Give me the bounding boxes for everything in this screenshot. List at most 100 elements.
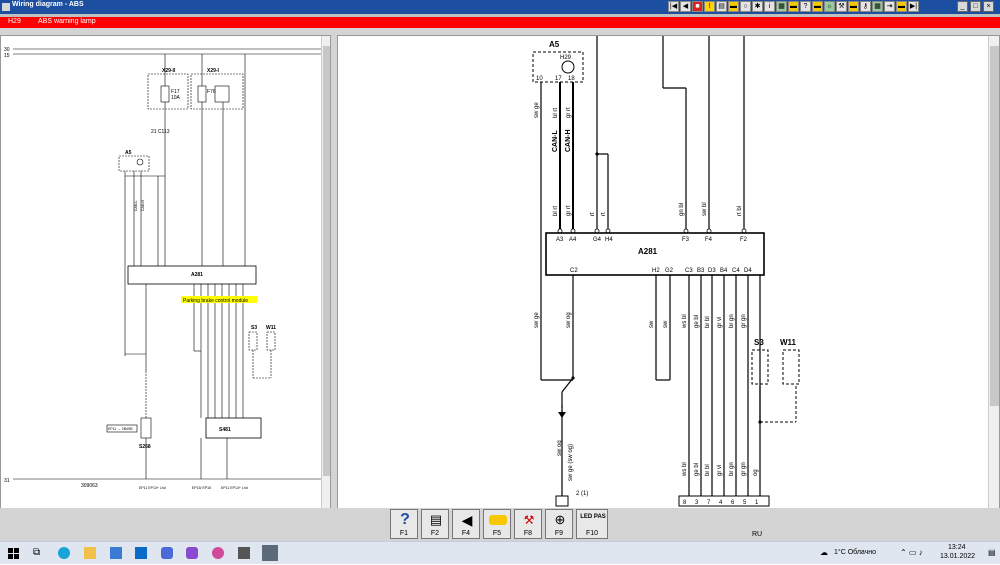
a5-pin-18: 18 (568, 76, 575, 82)
pin-h4: H4 (605, 237, 613, 243)
print-icon[interactable]: ▤ (716, 1, 727, 12)
left-scrollbar[interactable] (321, 36, 330, 508)
car-icon[interactable]: ▬ (812, 1, 823, 12)
wire-sw-h2: sw (649, 320, 655, 328)
tools-icon[interactable]: ⚒ (836, 1, 847, 12)
wire-sw-og-low: sw og (557, 440, 563, 456)
task-view-icon[interactable]: ⧉ (33, 547, 45, 559)
book-icon[interactable]: ▦ (776, 1, 787, 12)
exit-icon[interactable]: ⇥ (884, 1, 895, 12)
rail-label-15: 15 (4, 53, 10, 59)
minimize-button[interactable]: _ (957, 1, 968, 12)
key-icon[interactable]: ⚷ (860, 1, 871, 12)
print-icon: ▤ (429, 512, 443, 527)
rail-label-31: 31 (4, 478, 10, 484)
car-icon (489, 515, 507, 525)
wire-gr-gn: gr gn (741, 314, 747, 328)
wire-gr-gn-low: gr gn (741, 462, 747, 476)
right-scrollbar[interactable] (988, 36, 999, 508)
car-icon[interactable]: ▬ (728, 1, 739, 12)
app-icon-2[interactable] (186, 547, 198, 559)
close-button[interactable]: × (983, 1, 994, 12)
plug-icon[interactable]: ▬ (896, 1, 907, 12)
component-code: H29 (8, 18, 21, 25)
bottom-conn-pin-8: 8 (683, 500, 687, 506)
w11-label: W11 (266, 325, 276, 331)
help-icon: ? (400, 511, 410, 528)
f9-zoom-button[interactable]: ⊕ F9 (545, 509, 573, 539)
notification-icon[interactable]: ▤ (988, 548, 996, 557)
file-explorer-icon[interactable] (84, 547, 96, 559)
mail-icon[interactable] (135, 547, 147, 559)
x29-i-label: X29-I (207, 68, 220, 74)
h29-label: H29 (560, 55, 572, 61)
a281-label: A281 (191, 272, 203, 278)
maximize-button[interactable]: □ (970, 1, 981, 12)
pin-b3: B3 (697, 268, 705, 274)
f5-car-button[interactable]: F5 (483, 509, 511, 539)
s3-label: S3 (251, 325, 257, 331)
wire-sw-g2: sw (663, 320, 669, 328)
left-scrollbar-thumb[interactable] (323, 46, 330, 476)
gap (0, 28, 1000, 35)
can-h-small: CAN-H (141, 199, 145, 211)
wire-ge-bl-low: ge bl (694, 463, 700, 476)
right-scrollbar-thumb[interactable] (990, 46, 999, 406)
start-icon[interactable] (8, 547, 20, 559)
prev-page-icon[interactable]: ◀ (680, 1, 691, 12)
ref-309063: 309063 (81, 483, 98, 489)
bottom-conn-pin-7: 7 (707, 500, 711, 506)
f1-help-button[interactable]: ? F1 (390, 509, 418, 539)
f2-print-button[interactable]: ▤ F2 (421, 509, 449, 539)
wire-sw-ge-mid: sw ge (534, 312, 540, 328)
weather-text: 1°C Облачно (834, 549, 877, 556)
f10-led-button[interactable]: LED PAS F10 (576, 509, 608, 539)
edge-icon[interactable] (58, 547, 70, 559)
app-icon-4[interactable] (238, 547, 250, 559)
pin-d4: D4 (744, 268, 752, 274)
car-front-icon[interactable]: ▬ (788, 1, 799, 12)
can-h-label: CAN-H (565, 129, 572, 152)
search-icon[interactable]: ○ (740, 1, 751, 12)
lamp-icon[interactable]: ☼ (824, 1, 835, 12)
settings-icon[interactable]: ✱ (752, 1, 763, 12)
conn-c113: 21 C113 (151, 129, 170, 135)
pin-g4: G4 (593, 237, 602, 243)
first-page-icon[interactable]: |◀ (668, 1, 679, 12)
last-page-icon[interactable]: ▶| (908, 1, 919, 12)
diagram-icon[interactable]: ▦ (872, 1, 883, 12)
pin-f3: F3 (682, 237, 690, 243)
wire-gr-vi-low: gr vi (717, 465, 723, 476)
a5-label: A5 (125, 150, 132, 156)
wire-sw-ge-top: sw ge (534, 102, 540, 118)
ref-ep11-b: EP11 EP13+ Lhd (221, 486, 248, 490)
cloud-icon: ☁ (820, 548, 828, 557)
store-icon[interactable] (110, 547, 122, 559)
clock-time: 13:24 (948, 544, 966, 551)
app-icon-3[interactable] (212, 547, 224, 559)
car-side-icon[interactable]: ▬ (848, 1, 859, 12)
right-diagram-panel[interactable]: A5 H29 10 17 18 A281 A3 A4 G4 H4 F3 F4 F… (337, 35, 1000, 509)
zoom-icon: ⊕ (554, 512, 566, 527)
wire-og-low: og (753, 469, 759, 476)
small-box-label: EP11 → 2B4SB (108, 427, 133, 431)
a281-label: A281 (638, 247, 658, 256)
bottom-conn-pin-6: 6 (731, 500, 735, 506)
help-icon[interactable]: ? (800, 1, 811, 12)
highlight-label: Parking brake control module (183, 298, 248, 304)
wire-gr-rt-top: gr rt (566, 107, 572, 118)
info-icon[interactable]: i (764, 1, 775, 12)
app-icon-1[interactable] (161, 547, 173, 559)
f8-measure-button[interactable]: ⚒ F8 (514, 509, 542, 539)
bottom-conn-pin-5: 5 (743, 500, 747, 506)
diode-symbol (558, 412, 566, 418)
warning-icon[interactable]: ! (704, 1, 715, 12)
component-description: ABS warning lamp (38, 18, 96, 25)
active-app-icon[interactable] (262, 545, 278, 561)
w11-label: W11 (780, 338, 797, 347)
pin-a4: A4 (569, 237, 577, 243)
f4-back-button[interactable]: ◀ F4 (452, 509, 480, 539)
tray-icons[interactable]: ⌃ ▭ ♪ (900, 548, 923, 557)
left-diagram-panel[interactable]: 30 15 31 X29-II X29-I F17 10A F76 21 C11… (0, 35, 331, 509)
stop-icon[interactable]: ■ (692, 1, 703, 12)
